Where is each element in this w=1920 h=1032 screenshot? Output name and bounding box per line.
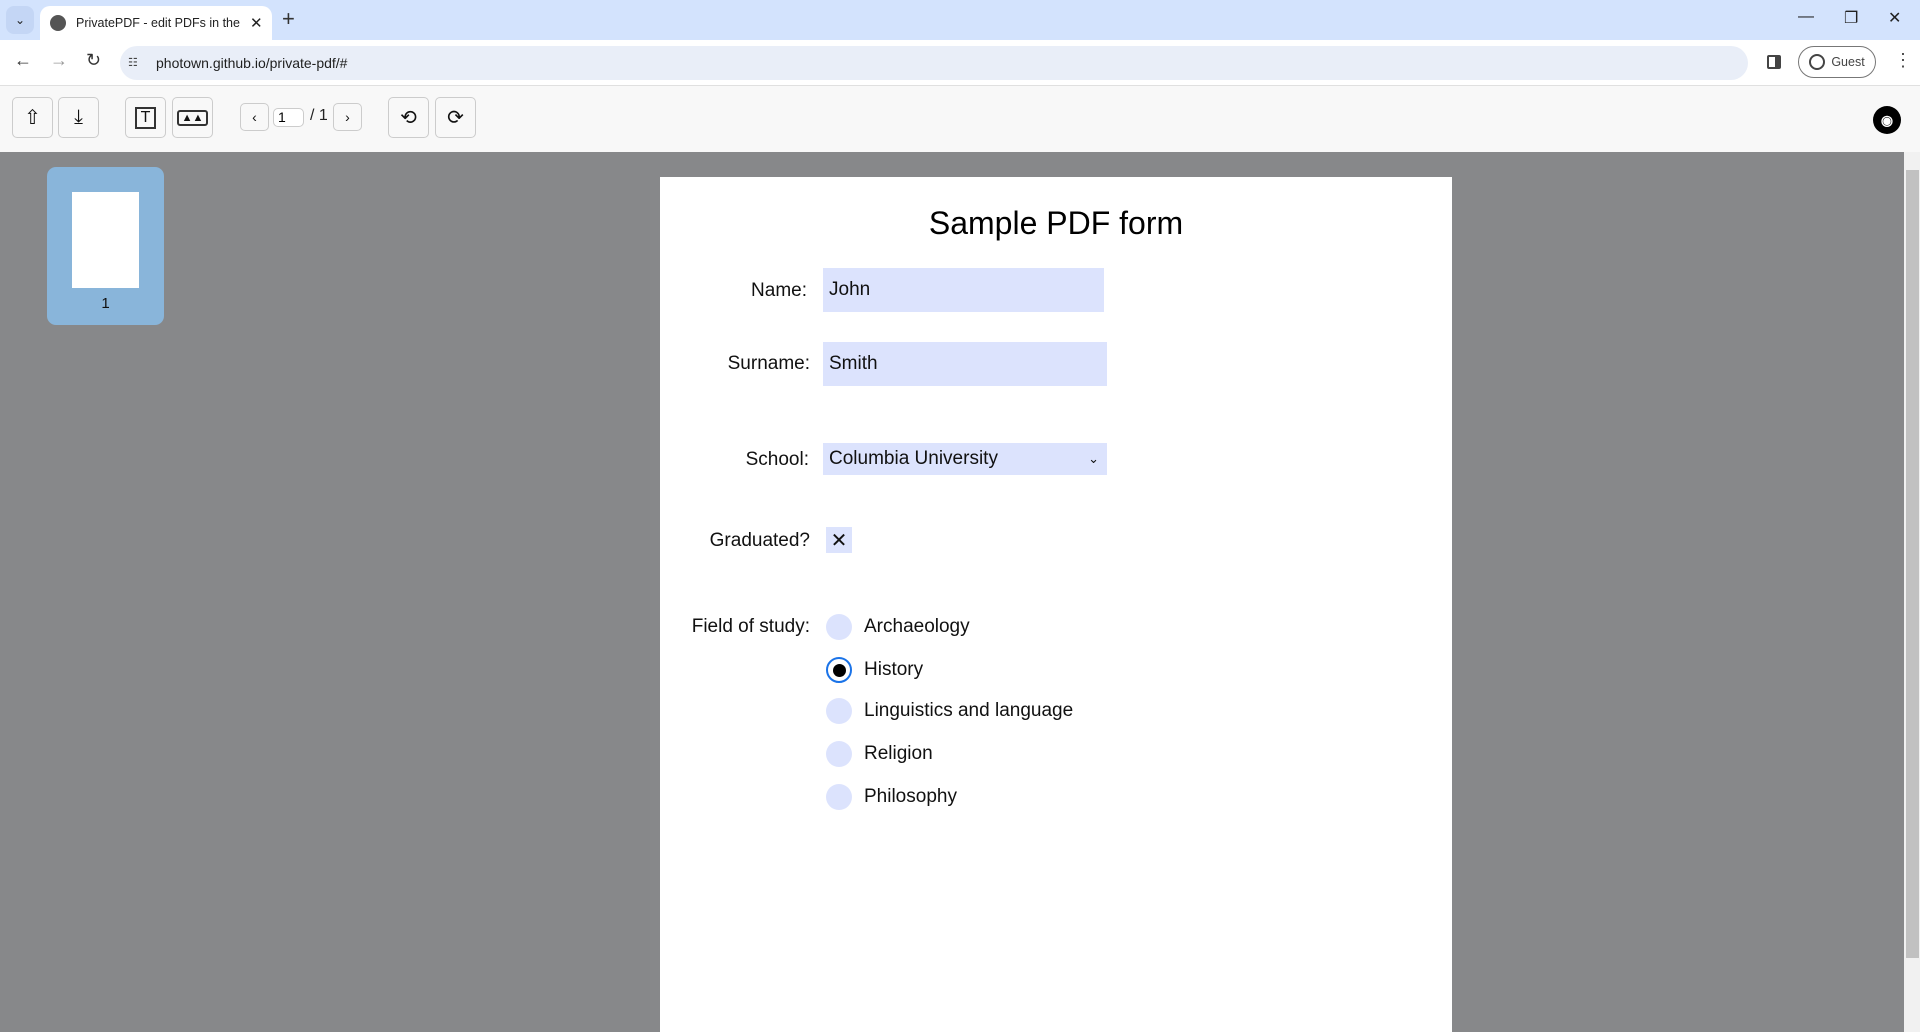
forward-button[interactable]: → [50,50,68,71]
tab-title: PrivatePDF - edit PDFs in the browser [76,16,244,30]
page-number-input[interactable]: 1 [273,108,304,127]
chevron-down-icon: ⌄ [14,13,26,27]
side-panel-icon[interactable] [1767,55,1781,69]
scrollbar-thumb[interactable] [1906,170,1919,958]
radio-label: Philosophy [864,786,957,807]
name-label: Name: [751,280,807,301]
minimize-button[interactable]: — [1798,8,1814,26]
page-total: / 1 [310,107,328,124]
chevron-right-icon: › [345,109,350,125]
add-image-button[interactable]: ▲▲ [172,97,213,138]
download-icon: ⤓ [74,106,83,128]
profile-button[interactable]: Guest [1798,46,1876,78]
tab-search-button[interactable]: ⌄ [6,6,34,34]
address-bar[interactable]: photown.github.io/private-pdf/# [120,46,1748,80]
download-pdf-button[interactable]: ⤓ [58,97,99,138]
thumbnail-label: 1 [101,295,110,312]
school-value: Columbia University [829,448,998,469]
site-info-icon[interactable]: ☷ [128,56,144,70]
rotate-right-icon: ⟳ [447,107,464,129]
url-text: photown.github.io/private-pdf/# [156,55,348,71]
rotate-left-icon: ⟲ [400,107,417,129]
next-page-button[interactable]: › [333,103,362,131]
name-field[interactable]: John [823,268,1104,312]
globe-icon [50,15,66,31]
graduated-checkbox[interactable]: ✕ [826,527,852,553]
avatar-icon [1809,54,1826,70]
text-box-icon: T [134,106,157,129]
chevron-down-icon: ⌄ [1088,451,1099,466]
radio-philosophy[interactable] [826,784,852,810]
x-mark-icon: ✕ [830,529,848,552]
chevron-left-icon: ‹ [252,109,257,125]
radio-linguistics[interactable] [826,698,852,724]
field-of-study-label: Field of study: [691,616,810,637]
radio-history[interactable] [826,657,852,683]
new-tab-button[interactable]: + [282,6,295,32]
graduated-label: Graduated? [709,530,810,551]
back-button[interactable]: ← [14,50,32,71]
profile-label: Guest [1831,55,1865,69]
close-tab-icon[interactable]: ✕ [250,14,263,32]
radio-label: Linguistics and language [864,700,1074,721]
page-thumbnail[interactable]: 1 [47,167,164,325]
add-text-button[interactable]: T [125,97,166,138]
surname-label: Surname: [727,353,810,374]
radio-label: Archaeology [864,616,970,637]
school-label: School: [745,449,809,470]
radio-label: History [864,659,924,680]
file-upload-icon: ⇧ [24,107,41,129]
prev-page-button[interactable]: ‹ [240,103,269,131]
vertical-scrollbar[interactable] [1904,152,1920,1032]
reload-button[interactable]: ↻ [86,50,101,71]
github-icon[interactable]: ◉ [1873,106,1901,134]
close-window-button[interactable]: ✕ [1888,8,1901,28]
thumbnail-preview [72,192,139,288]
surname-field[interactable]: Smith [823,342,1107,386]
browser-menu-icon[interactable]: ⋮ [1894,50,1912,71]
radio-archaeology[interactable] [826,614,852,640]
restore-button[interactable]: ❐ [1844,8,1858,28]
upload-pdf-button[interactable]: ⇧ [12,97,53,138]
page-title: Sample PDF form [928,205,1184,241]
pdf-page: Sample PDF form Name: John Surname: Smit… [660,177,1452,1032]
school-select[interactable]: Columbia University ⌄ [823,443,1107,475]
radio-religion[interactable] [826,741,852,767]
radio-label: Religion [864,743,933,764]
rotate-right-button[interactable]: ⟳ [435,97,476,138]
rotate-left-button[interactable]: ⟲ [388,97,429,138]
browser-tab[interactable]: PrivatePDF - edit PDFs in the browser ✕ [40,6,272,40]
image-icon: ▲▲ [176,109,209,126]
